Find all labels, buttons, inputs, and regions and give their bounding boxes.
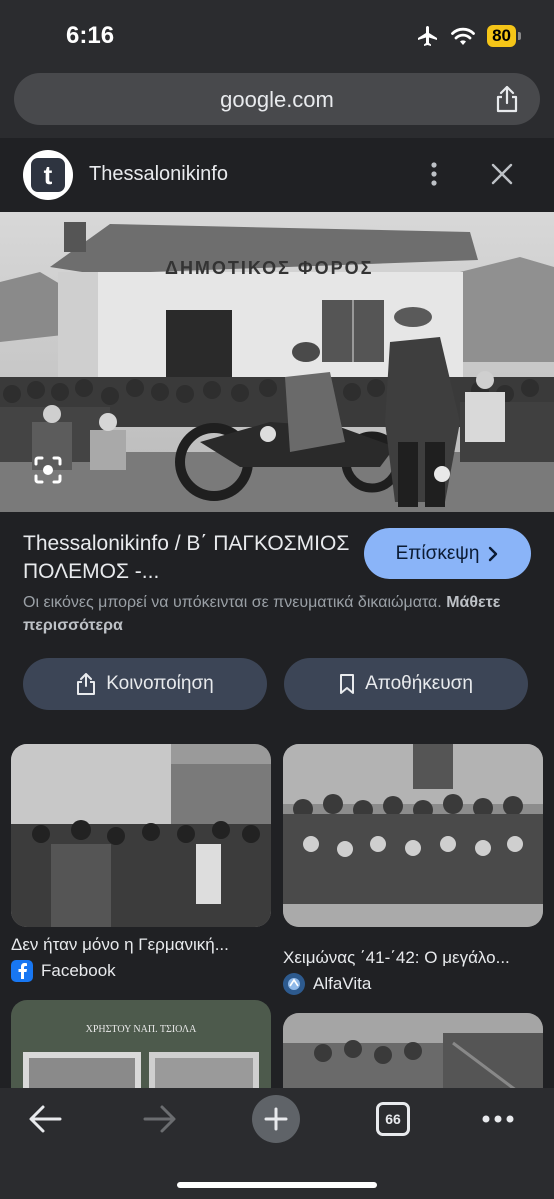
related-source-2[interactable]: AlfaVita [283, 973, 371, 995]
save-button[interactable]: Αποθήκευση [284, 658, 528, 710]
copyright-notice: Οι εικόνες μπορεί να υπόκεινται σε πνευμ… [23, 591, 543, 637]
more-vert-icon[interactable] [424, 160, 444, 188]
lens-search-button[interactable] [28, 450, 68, 495]
alfavita-icon [283, 973, 305, 995]
facebook-icon [11, 960, 33, 982]
plus-icon [264, 1107, 288, 1131]
chevron-right-icon [489, 546, 498, 561]
bookmark-icon [340, 674, 355, 694]
close-icon[interactable] [490, 162, 514, 186]
related-thumbnail-1[interactable] [11, 744, 271, 927]
status-bar: 6:16 80 [0, 0, 554, 70]
related-caption-2[interactable]: Χειμώνας ΄41-΄42: Ο μεγάλο... [283, 948, 510, 968]
new-tab-button[interactable] [252, 1095, 300, 1143]
wifi-icon [451, 27, 475, 45]
share-label: Κοινοποίηση [106, 673, 214, 694]
book-title: ΧΡΗΣΤΟΥ ΝΑΠ. ΤΣΙΟΛΑ [86, 1024, 198, 1035]
copyright-text: Οι εικόνες μπορεί να υπόκεινται σε πνευμ… [23, 594, 442, 611]
forward-icon[interactable] [143, 1104, 177, 1134]
lens-icon [34, 456, 62, 484]
visit-button[interactable]: Επίσκεψη [364, 528, 531, 579]
battery-indicator: 80 [487, 25, 521, 47]
share-icon[interactable] [494, 85, 520, 113]
airplane-icon [418, 26, 438, 46]
tab-switcher-button[interactable]: 66 [376, 1102, 410, 1136]
url-text: google.com [220, 87, 334, 112]
site-logo[interactable]: t [23, 150, 73, 200]
visit-label: Επίσκεψη [395, 542, 480, 564]
home-indicator [177, 1182, 377, 1188]
result-title[interactable]: Thessalonikinfo / Β΄ ΠΑΓΚΟΣΜΙΟΣ ΠΟΛΕΜΟΣ … [23, 530, 353, 586]
status-time: 6:16 [66, 22, 115, 49]
share-icon [77, 673, 96, 695]
related-caption-1[interactable]: Δεν ήταν μόνο η Γερμανική... [11, 935, 229, 955]
more-horiz-icon[interactable] [481, 1114, 515, 1124]
status-icons: 80 [415, 24, 521, 48]
site-name[interactable]: Thessalonikinfo [89, 163, 228, 186]
hero-image[interactable]: ΔΗΜΟΤΙΚΟΣ ΦΟΡΟΣ [0, 212, 554, 512]
related-source-1[interactable]: Facebook [11, 960, 116, 982]
panel-header: t Thessalonikinfo [0, 138, 554, 212]
site-logo-letter: t [31, 158, 65, 192]
back-icon[interactable] [28, 1104, 62, 1134]
hero-sign-text: ΔΗΜΟΤΙΚΟΣ ΦΟΡΟΣ [165, 258, 374, 278]
related-source-name-2: AlfaVita [313, 974, 372, 993]
related-source-name-1: Facebook [41, 961, 116, 980]
address-bar[interactable]: google.com [14, 73, 540, 125]
save-label: Αποθήκευση [365, 673, 473, 694]
share-button[interactable]: Κοινοποίηση [23, 658, 267, 710]
url-area: google.com [0, 70, 554, 138]
related-thumbnail-2[interactable] [283, 744, 543, 927]
